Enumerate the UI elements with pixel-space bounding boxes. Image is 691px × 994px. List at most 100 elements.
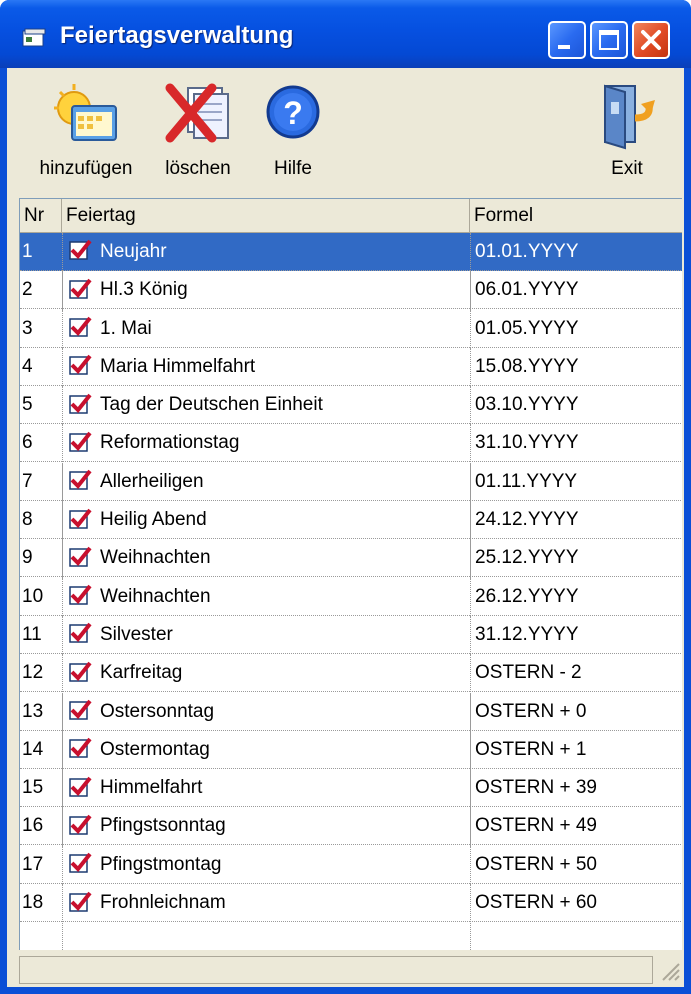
enabled-checkbox-icon[interactable] xyxy=(69,661,92,682)
formula-cell[interactable]: 01.11.YYYY xyxy=(470,462,682,501)
holiday-cell[interactable]: Heilig Abend xyxy=(62,501,470,540)
holiday-cell[interactable]: Hl.3 König xyxy=(62,271,470,310)
enabled-checkbox-icon[interactable] xyxy=(69,737,92,759)
holiday-cell[interactable]: Silvester xyxy=(62,615,470,654)
table-row[interactable]: 13 Ostersonntag OSTERN + 0 xyxy=(20,692,682,731)
formula-cell[interactable]: OSTERN + 49 xyxy=(470,807,682,846)
table-row[interactable]: 5 Tag der Deutschen Einheit 03.10.YYYY xyxy=(20,386,682,425)
holiday-name: Maria Himmelfahrt xyxy=(100,355,256,377)
enabled-checkbox-icon[interactable] xyxy=(69,278,92,299)
formula-cell[interactable]: 31.10.YYYY xyxy=(470,424,682,463)
formula-cell[interactable]: 03.10.YYYY xyxy=(470,386,682,425)
table-row[interactable]: 10 Weihnachten 26.12.YYYY xyxy=(20,577,682,616)
enabled-checkbox-icon[interactable] xyxy=(69,699,92,720)
enabled-checkbox-icon[interactable] xyxy=(69,546,92,567)
table-row[interactable]: 4 Maria Himmelfahrt 15.08.YYYY xyxy=(20,347,682,386)
holiday-cell[interactable]: Karfreitag xyxy=(62,654,470,693)
enabled-checkbox-icon[interactable] xyxy=(69,622,92,644)
enabled-checkbox-icon[interactable] xyxy=(69,584,92,605)
enabled-checkbox-icon[interactable] xyxy=(69,776,92,797)
formula-cell[interactable]: OSTERN + 60 xyxy=(470,884,682,923)
holiday-cell[interactable]: Pfingstsonntag xyxy=(62,807,470,846)
maximize-button[interactable] xyxy=(590,21,628,59)
holiday-cell[interactable]: Ostersonntag xyxy=(62,692,470,731)
formula-cell[interactable]: 31.12.YYYY xyxy=(470,615,682,654)
holiday-cell[interactable]: Weihnachten xyxy=(62,539,470,578)
table-row[interactable]: 14 Ostermontag OSTERN + 1 xyxy=(20,730,682,769)
enabled-checkbox-icon[interactable] xyxy=(69,354,92,376)
holiday-name: Weihnachten xyxy=(100,547,211,569)
formula-cell[interactable]: OSTERN + 39 xyxy=(470,769,682,808)
holiday-name: Pfingstmontag xyxy=(100,853,222,875)
table-row[interactable]: 2 Hl.3 König 06.01.YYYY xyxy=(20,271,682,310)
title-bar[interactable]: Feiertagsverwaltung xyxy=(0,0,691,68)
column-header-feiertag[interactable]: Feiertag xyxy=(62,199,470,233)
table-row[interactable]: 15 Himmelfahrt OSTERN + 39 xyxy=(20,769,682,808)
table-row[interactable]: 16 Pfingstsonntag OSTERN + 49 xyxy=(20,807,682,846)
minimize-icon xyxy=(558,45,570,49)
formula-cell[interactable]: 24.12.YYYY xyxy=(470,501,682,540)
table-row[interactable]: 17 Pfingstmontag OSTERN + 50 xyxy=(20,845,682,884)
holiday-cell[interactable]: Frohnleichnam xyxy=(62,884,470,923)
exit-door-icon xyxy=(604,84,655,150)
table-row[interactable]: 6 Reformationstag 31.10.YYYY xyxy=(20,424,682,463)
exit-button[interactable]: Exit xyxy=(595,74,659,190)
table-row[interactable]: 18 Frohnleichnam OSTERN + 60 xyxy=(20,884,682,923)
resize-grip-icon[interactable] xyxy=(659,960,681,982)
table-row[interactable]: 1 Neujahr 01.01.YYYY xyxy=(20,233,682,271)
holiday-cell[interactable]: Tag der Deutschen Einheit xyxy=(62,386,470,425)
formula-cell[interactable]: OSTERN - 2 xyxy=(470,654,682,693)
holiday-cell[interactable]: Reformationstag xyxy=(62,424,470,463)
holiday-name: Ostermontag xyxy=(100,738,210,760)
table-row[interactable]: 7 Allerheiligen 01.11.YYYY xyxy=(20,462,682,501)
formula-cell[interactable]: OSTERN + 0 xyxy=(470,692,682,731)
formula-cell[interactable]: 01.01.YYYY xyxy=(470,233,682,271)
enabled-checkbox-icon[interactable] xyxy=(69,891,92,912)
row-number: 16 xyxy=(20,807,62,846)
holiday-cell[interactable]: Ostermontag xyxy=(62,730,470,769)
minimize-button[interactable] xyxy=(548,21,586,59)
table-row[interactable]: 8 Heilig Abend 24.12.YYYY xyxy=(20,501,682,540)
enabled-checkbox-icon[interactable] xyxy=(69,814,92,835)
enabled-checkbox-icon[interactable] xyxy=(69,316,92,337)
enabled-checkbox-icon[interactable] xyxy=(69,469,92,491)
holiday-name: Weihnachten xyxy=(100,585,211,607)
holiday-name: Allerheiligen xyxy=(100,470,204,492)
enabled-checkbox-icon[interactable] xyxy=(69,852,92,873)
formula-cell[interactable]: 25.12.YYYY xyxy=(470,539,682,578)
help-label: Hilfe xyxy=(273,158,312,179)
holiday-cell[interactable]: Weihnachten xyxy=(62,577,470,616)
enabled-checkbox-icon[interactable] xyxy=(69,508,92,529)
holiday-cell[interactable]: Allerheiligen xyxy=(62,462,470,501)
close-button[interactable] xyxy=(632,21,670,59)
enabled-checkbox-icon[interactable] xyxy=(69,239,92,261)
help-button[interactable]: ? Hilfe xyxy=(261,74,325,190)
delete-button[interactable]: löschen xyxy=(155,74,241,190)
table-row[interactable]: 11 Silvester 31.12.YYYY xyxy=(20,615,682,654)
table-row[interactable]: 9 Weihnachten 25.12.YYYY xyxy=(20,539,682,578)
formula-cell[interactable]: 06.01.YYYY xyxy=(470,271,682,310)
holiday-cell[interactable]: Pfingstmontag xyxy=(62,845,470,884)
formula-cell[interactable]: 26.12.YYYY xyxy=(470,577,682,616)
holiday-cell[interactable]: 1. Mai xyxy=(62,309,470,348)
delete-label: löschen xyxy=(165,158,231,179)
holiday-table[interactable]: Nr Feiertag Formel 1 Neujahr 01.01.YYYY 2 Hl… xyxy=(19,198,682,950)
table-row[interactable]: 12 Karfreitag OSTERN - 2 xyxy=(20,654,682,693)
holiday-cell[interactable]: Himmelfahrt xyxy=(62,769,470,808)
formula-cell[interactable]: OSTERN + 1 xyxy=(470,730,682,769)
holiday-cell[interactable]: Maria Himmelfahrt xyxy=(62,347,470,386)
formula-cell[interactable]: 15.08.YYYY xyxy=(470,347,682,386)
column-header-formel[interactable]: Formel xyxy=(470,199,682,233)
row-number: 13 xyxy=(20,693,62,731)
formula-cell[interactable]: 01.05.YYYY xyxy=(470,309,682,348)
add-button[interactable]: hinzufügen xyxy=(27,74,145,190)
add-label: hinzufügen xyxy=(39,158,133,179)
table-row[interactable]: 3 1. Mai 01.05.YYYY xyxy=(20,309,682,348)
enabled-checkbox-icon[interactable] xyxy=(69,431,92,452)
column-header-nr[interactable]: Nr xyxy=(20,199,62,233)
holiday-cell[interactable]: Neujahr xyxy=(62,233,470,271)
enabled-checkbox-icon[interactable] xyxy=(69,393,92,414)
maximize-icon xyxy=(599,30,619,50)
formula-cell[interactable]: OSTERN + 50 xyxy=(470,845,682,884)
row-number: 17 xyxy=(20,846,62,884)
